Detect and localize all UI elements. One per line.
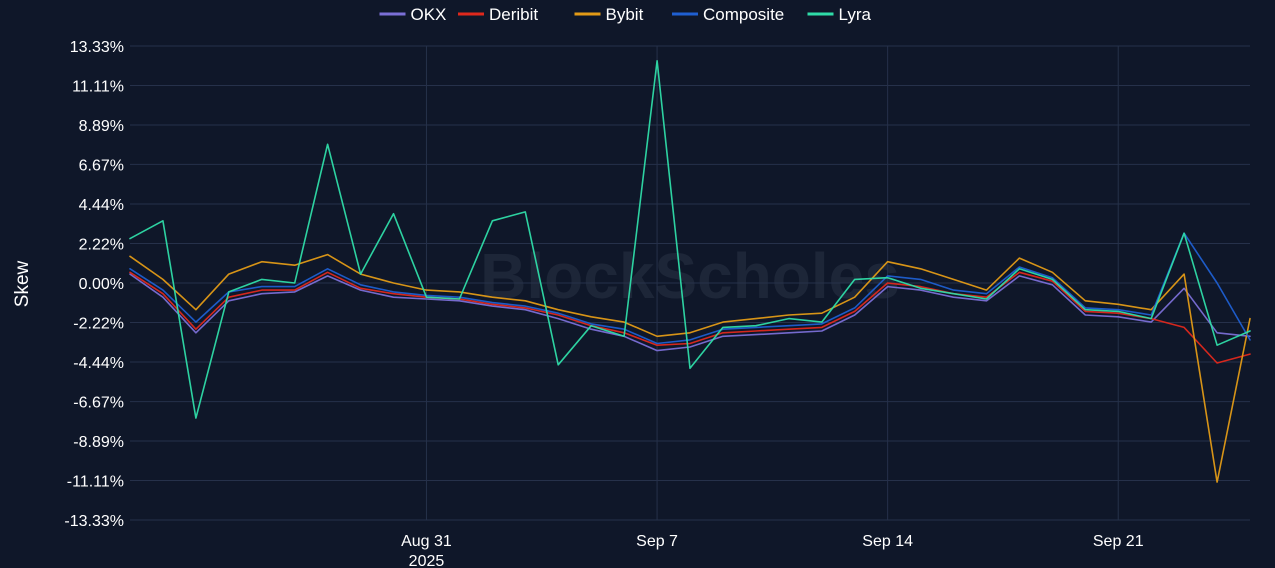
- y-tick-label: 6.67%: [79, 157, 124, 174]
- y-tick-label: 4.44%: [79, 197, 124, 214]
- grid-layer: [130, 45, 1250, 521]
- y-tick-label: -4.44%: [73, 355, 124, 372]
- y-axis-title: Skew: [12, 260, 33, 307]
- x-tick-label: Aug 31: [401, 533, 452, 550]
- y-tick-label: 13.33%: [70, 39, 124, 56]
- y-tick-label: 0.00%: [79, 276, 124, 293]
- x-tick-sublabel: 2025: [409, 553, 445, 568]
- y-tick-label: -6.67%: [73, 395, 124, 412]
- legend-label-bybit[interactable]: Bybit: [606, 5, 644, 24]
- x-tick-label: Sep 7: [636, 533, 678, 550]
- y-tick-label: -13.33%: [64, 513, 124, 530]
- y-tick-label: -2.22%: [73, 315, 124, 332]
- skew-chart: BlockScholes 13.33% 11.11% 8.89% 6.67% 4.44%…: [0, 0, 1275, 568]
- y-tick-label: 8.89%: [79, 118, 124, 135]
- y-tick-label: -8.89%: [73, 434, 124, 451]
- y-tick-label: -11.11%: [67, 474, 124, 491]
- x-tick-label: Sep 14: [862, 533, 913, 550]
- legend-label-lyra[interactable]: Lyra: [839, 5, 872, 24]
- legend-label-okx[interactable]: OKX: [411, 5, 447, 24]
- legend-label-composite[interactable]: Composite: [703, 5, 784, 24]
- y-tick-label: 11.11%: [72, 78, 124, 95]
- chart-svg: BlockScholes 13.33%11.11%8.89%6.67%4.44%…: [12, 5, 1251, 568]
- legend-label-deribit[interactable]: Deribit: [489, 5, 538, 24]
- y-tick-label: 2.22%: [79, 237, 124, 254]
- x-tick-label: Sep 21: [1093, 533, 1144, 550]
- legend[interactable]: OKX Deribit Bybit Composite Lyra: [379, 5, 872, 24]
